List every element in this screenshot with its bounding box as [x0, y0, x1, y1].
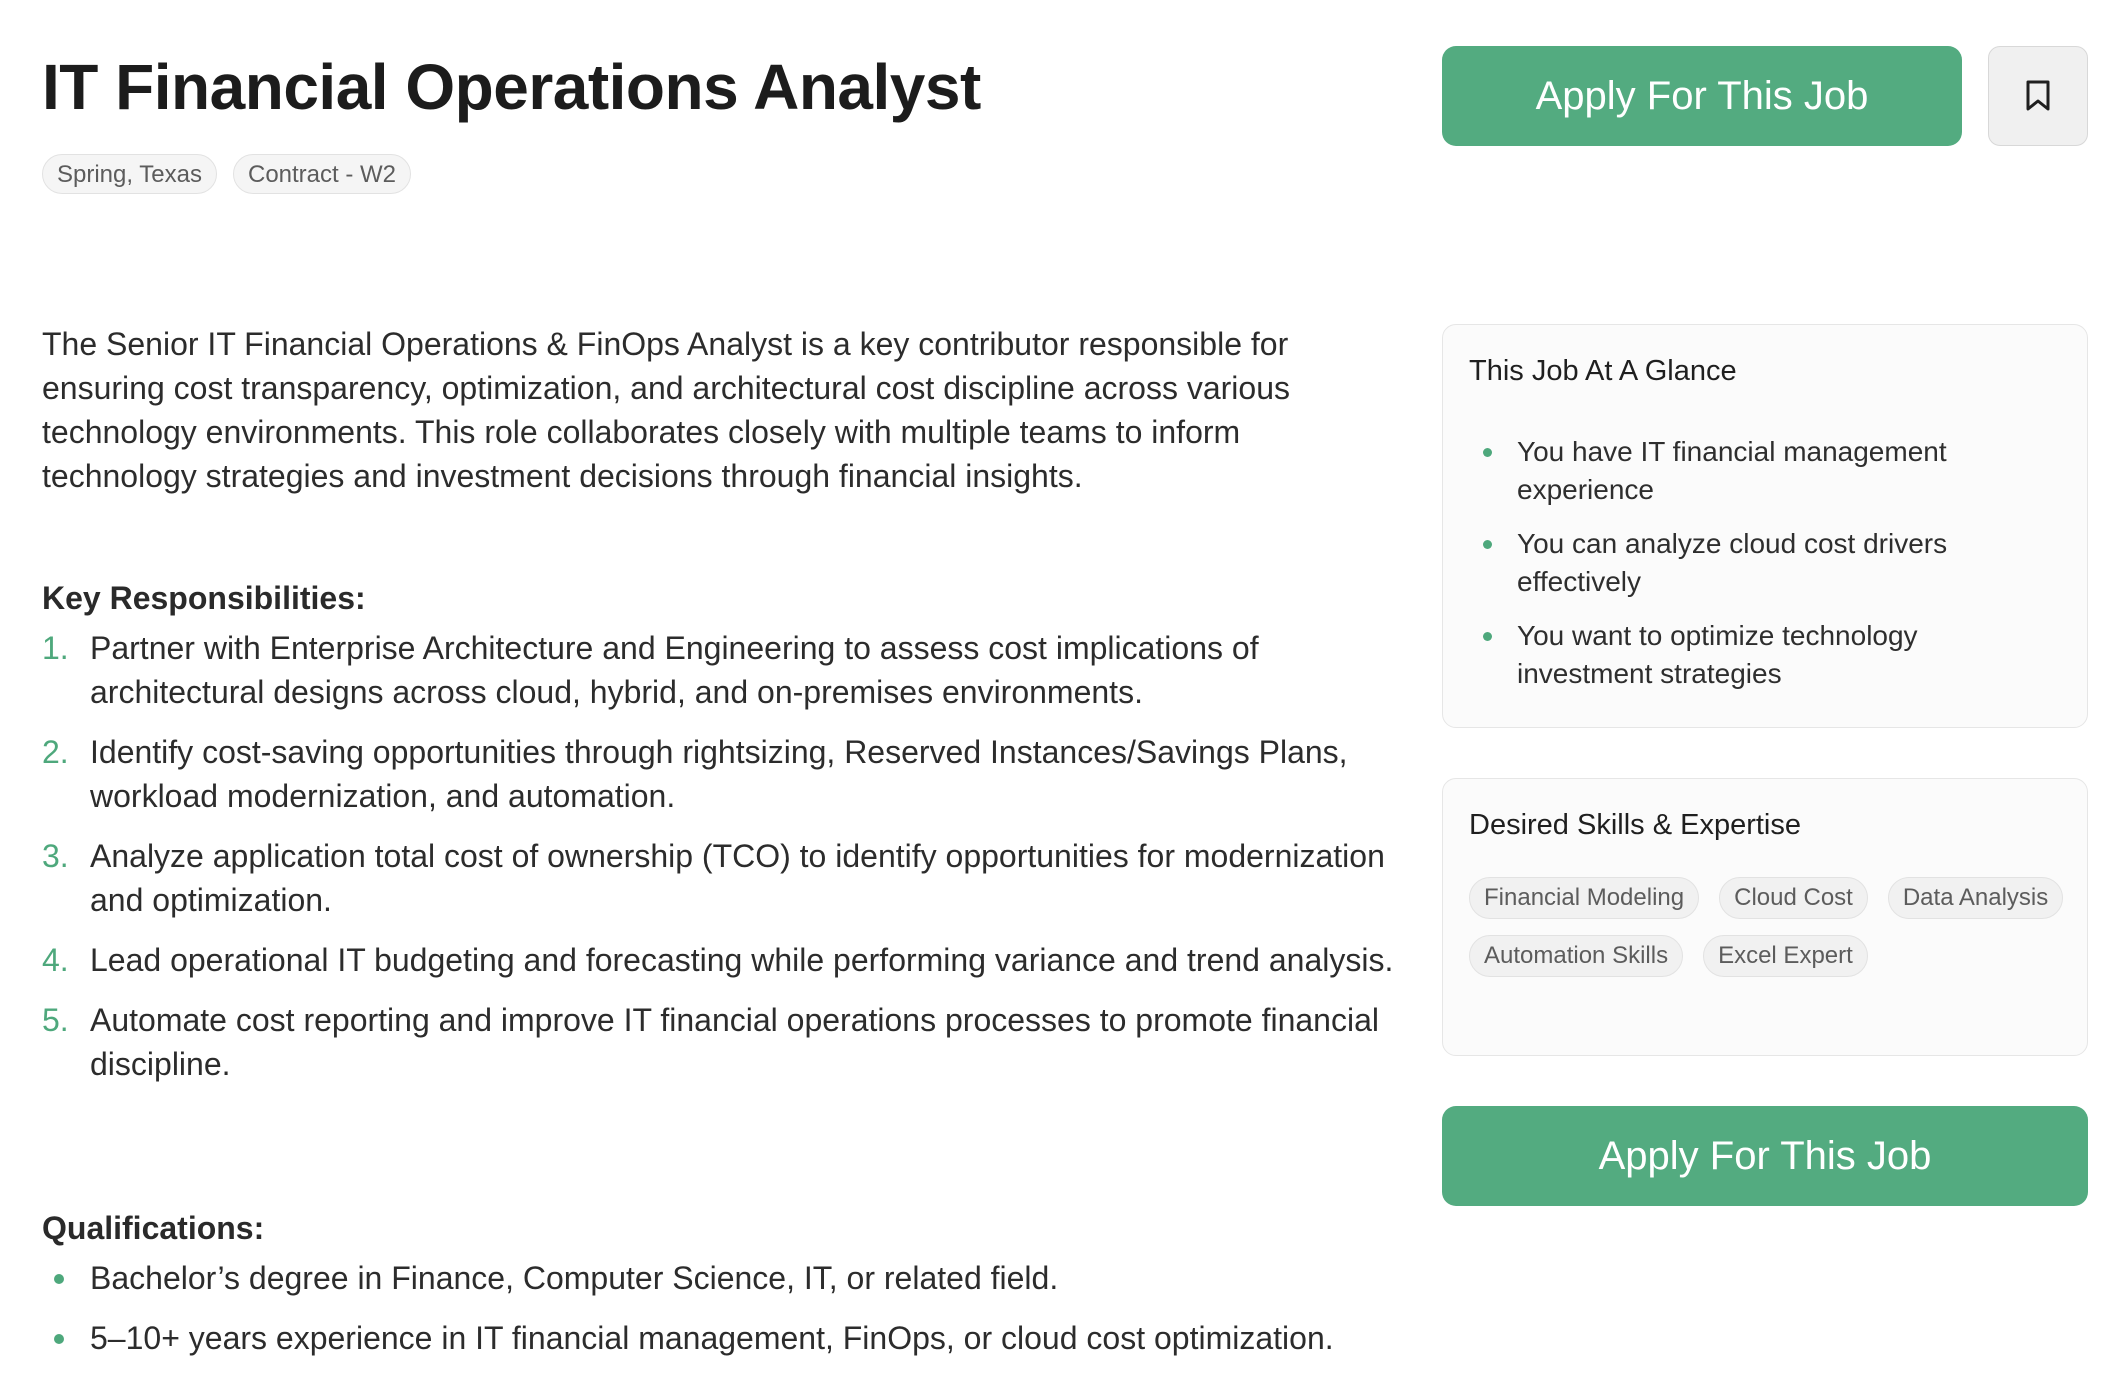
list-item-text: Partner with Enterprise Architecture and…	[90, 630, 1259, 710]
location-tag: Spring, Texas	[42, 154, 217, 194]
list-item-text: Automate cost reporting and improve IT f…	[90, 1002, 1379, 1082]
list-item: 5–10+ years experience in IT financial m…	[42, 1316, 1402, 1360]
skill-tag: Data Analysis	[1887, 877, 2064, 919]
list-item-text: Analyze application total cost of owners…	[90, 838, 1385, 918]
list-item: You want to optimize technology investme…	[1469, 617, 2049, 693]
skill-tag: Excel Expert	[1703, 935, 1868, 977]
list-item-text: Lead operational IT budgeting and foreca…	[90, 942, 1394, 978]
bookmark-icon	[2026, 80, 2050, 111]
list-item-text: You can analyze cloud cost drivers effec…	[1517, 528, 1948, 597]
bullet-icon	[54, 1334, 64, 1344]
glance-list: You have IT financial management experie…	[1469, 433, 2049, 709]
page-title: IT Financial Operations Analyst	[42, 51, 981, 123]
list-item: 5. Automate cost reporting and improve I…	[42, 998, 1402, 1086]
job-tags: Spring, Texas Contract - W2	[42, 154, 412, 194]
list-item: 3. Analyze application total cost of own…	[42, 834, 1402, 922]
bullet-icon	[1483, 632, 1492, 641]
list-item-text: Identify cost-saving opportunities throu…	[90, 734, 1348, 814]
bookmark-button[interactable]	[1988, 46, 2088, 146]
bullet-icon	[1483, 448, 1492, 457]
list-number: 2.	[42, 734, 69, 770]
list-item-text: 5–10+ years experience in IT financial m…	[90, 1320, 1334, 1356]
list-number: 1.	[42, 630, 69, 666]
glance-title: This Job At A Glance	[1469, 355, 1737, 387]
list-number: 5.	[42, 1002, 69, 1038]
desired-skills-card: Desired Skills & Expertise Financial Mod…	[1442, 778, 2088, 1056]
list-item: 1. Partner with Enterprise Architecture …	[42, 626, 1402, 714]
list-item: 4. Lead operational IT budgeting and for…	[42, 938, 1402, 982]
bullet-icon	[1483, 540, 1492, 549]
list-item-text: You want to optimize technology investme…	[1517, 620, 1918, 689]
list-number: 4.	[42, 942, 69, 978]
skill-tag: Financial Modeling	[1469, 877, 1700, 919]
skill-tag: Cloud Cost	[1719, 877, 1868, 919]
list-item: You have IT financial management experie…	[1469, 433, 2049, 509]
apply-button-secondary[interactable]: Apply For This Job	[1442, 1106, 2088, 1206]
list-item-text: Bachelor’s degree in Finance, Computer S…	[90, 1260, 1059, 1296]
list-item: Bachelor’s degree in Finance, Computer S…	[42, 1256, 1402, 1300]
employment-type-tag: Contract - W2	[232, 154, 412, 194]
qualifications-list: Bachelor’s degree in Finance, Computer S…	[42, 1256, 1402, 1376]
responsibilities-list: 1. Partner with Enterprise Architecture …	[42, 626, 1402, 1102]
responsibilities-heading: Key Responsibilities:	[42, 580, 366, 616]
apply-button[interactable]: Apply For This Job	[1442, 46, 1962, 146]
qualifications-heading: Qualifications:	[42, 1210, 265, 1246]
skill-tag: Automation Skills	[1469, 935, 1684, 977]
job-description: The Senior IT Financial Operations & Fin…	[42, 326, 1290, 494]
skill-tags: Financial Modeling Cloud Cost Data Analy…	[1469, 877, 2069, 977]
list-number: 3.	[42, 838, 69, 874]
bullet-icon	[54, 1274, 64, 1284]
list-item: 2. Identify cost-saving opportunities th…	[42, 730, 1402, 818]
list-item: You can analyze cloud cost drivers effec…	[1469, 525, 2049, 601]
list-item-text: You have IT financial management experie…	[1517, 436, 1947, 505]
job-glance-card: This Job At A Glance You have IT financi…	[1442, 324, 2088, 728]
skills-title: Desired Skills & Expertise	[1469, 809, 1801, 841]
